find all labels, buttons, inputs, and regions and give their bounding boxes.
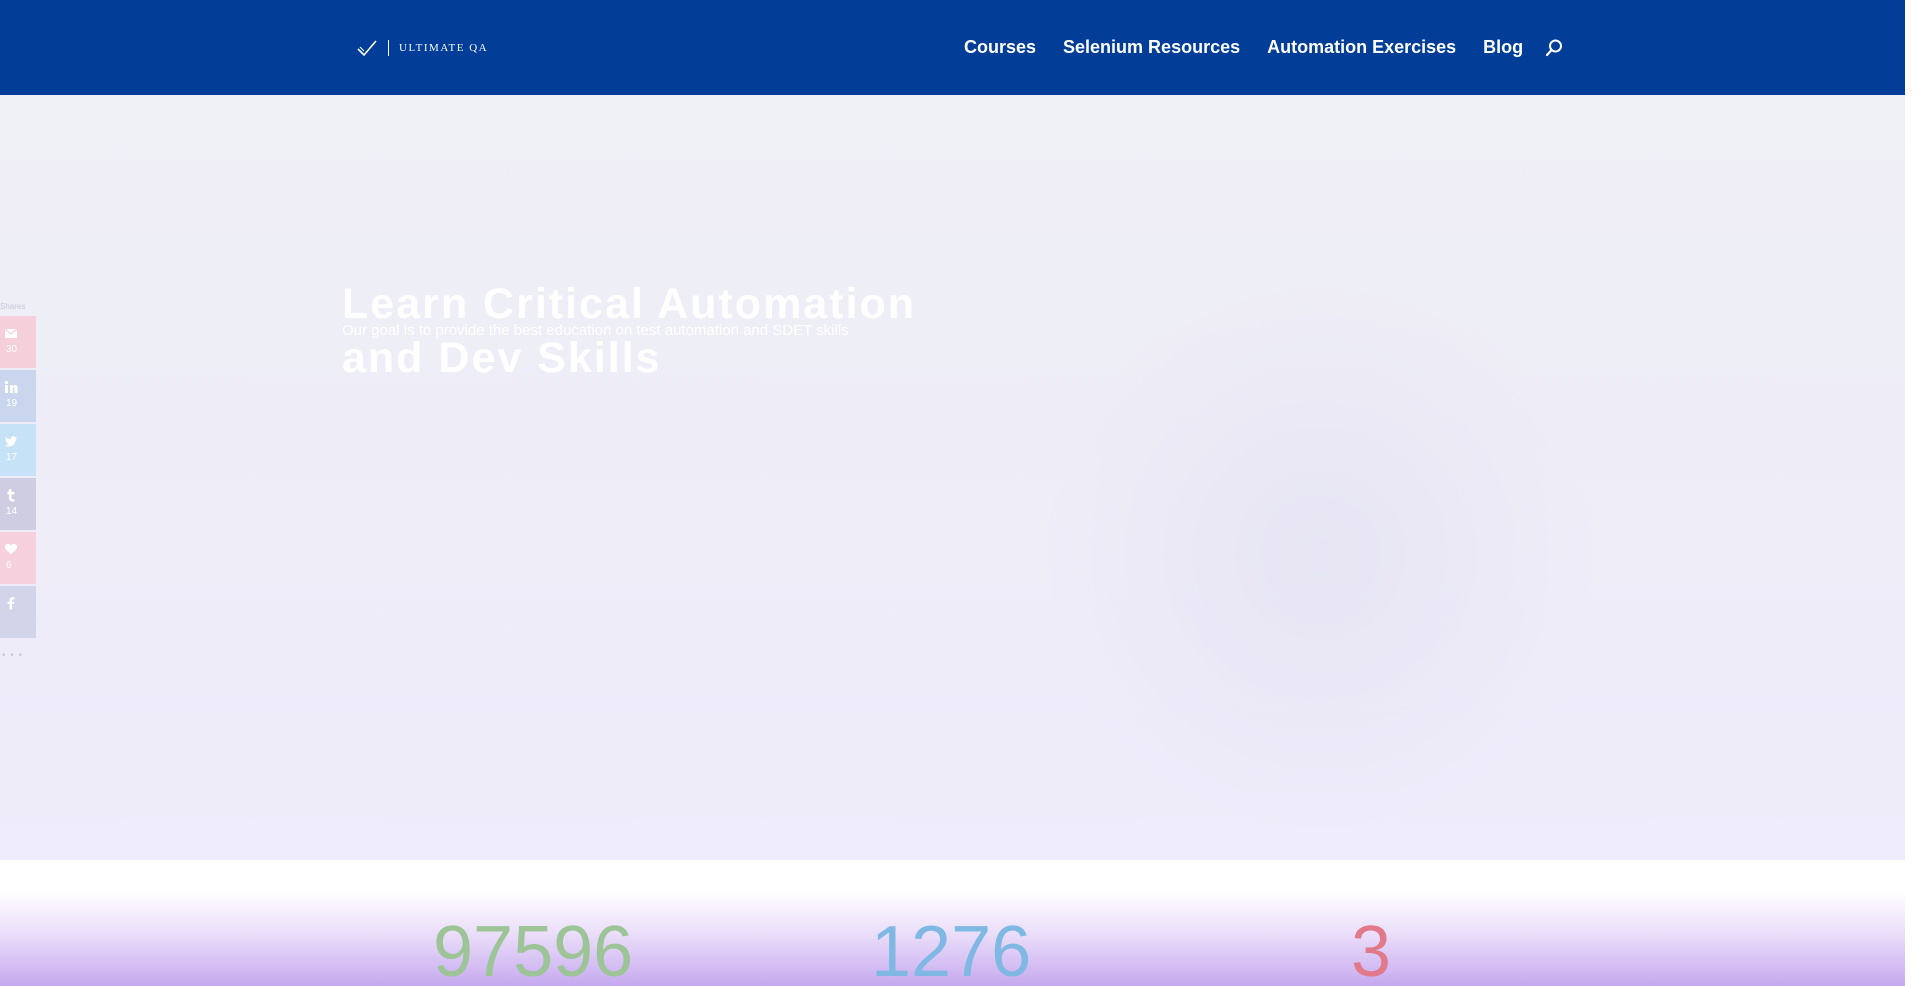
share-label: Shares [0, 302, 26, 311]
share-button-twitter[interactable]: 17 [0, 424, 36, 476]
site-logo[interactable]: ULTIMATE QA [356, 38, 488, 58]
stats-section: 97596 1276 3 [0, 860, 1905, 986]
hero-section: Learn Critical Automation and Dev Skills… [0, 95, 1905, 860]
share-button-tumblr[interactable]: 14 [0, 478, 36, 530]
linkedin-icon [4, 380, 18, 393]
share-button-favorite[interactable]: 6 [0, 532, 36, 584]
mail-icon [4, 328, 18, 338]
share-count: 17 [6, 452, 18, 463]
hero-subtitle: Our goal is to provide the best educatio… [342, 322, 849, 339]
stat-counter: 1276 [871, 912, 1032, 986]
nav-item-courses[interactable]: Courses [964, 36, 1036, 58]
share-button-linkedin[interactable]: 19 [0, 370, 36, 422]
site-header: ULTIMATE QA Courses Selenium Resources A… [0, 0, 1905, 95]
main-nav: Courses Selenium Resources Automation Ex… [964, 36, 1523, 58]
nav-item-selenium-resources[interactable]: Selenium Resources [1063, 36, 1240, 58]
logo-text: ULTIMATE QA [399, 42, 489, 54]
nav-item-automation-exercises[interactable]: Automation Exercises [1267, 36, 1456, 58]
share-button-facebook[interactable] [0, 586, 36, 638]
logo-divider [388, 40, 389, 56]
share-sidebar: 30 19 17 14 6 [0, 316, 36, 640]
facebook-icon [7, 597, 15, 610]
page: ULTIMATE QA Courses Selenium Resources A… [0, 0, 1905, 986]
stat-counter: 3 [1351, 912, 1392, 986]
nav-item-blog[interactable]: Blog [1483, 36, 1523, 58]
checkmark-logo-icon [357, 40, 377, 57]
share-count: 19 [6, 398, 18, 409]
tumblr-icon [7, 489, 15, 502]
share-more-button[interactable]: • • • [2, 650, 23, 661]
search-icon[interactable] [1545, 39, 1563, 57]
hero-background-graphic [1040, 275, 1600, 835]
share-button-email[interactable]: 30 [0, 316, 36, 368]
twitter-icon [4, 436, 18, 447]
stat-counter: 97596 [433, 912, 634, 986]
share-count: 30 [6, 344, 18, 355]
share-count: 14 [6, 506, 18, 517]
heart-icon [4, 543, 18, 555]
share-count: 6 [6, 560, 12, 571]
